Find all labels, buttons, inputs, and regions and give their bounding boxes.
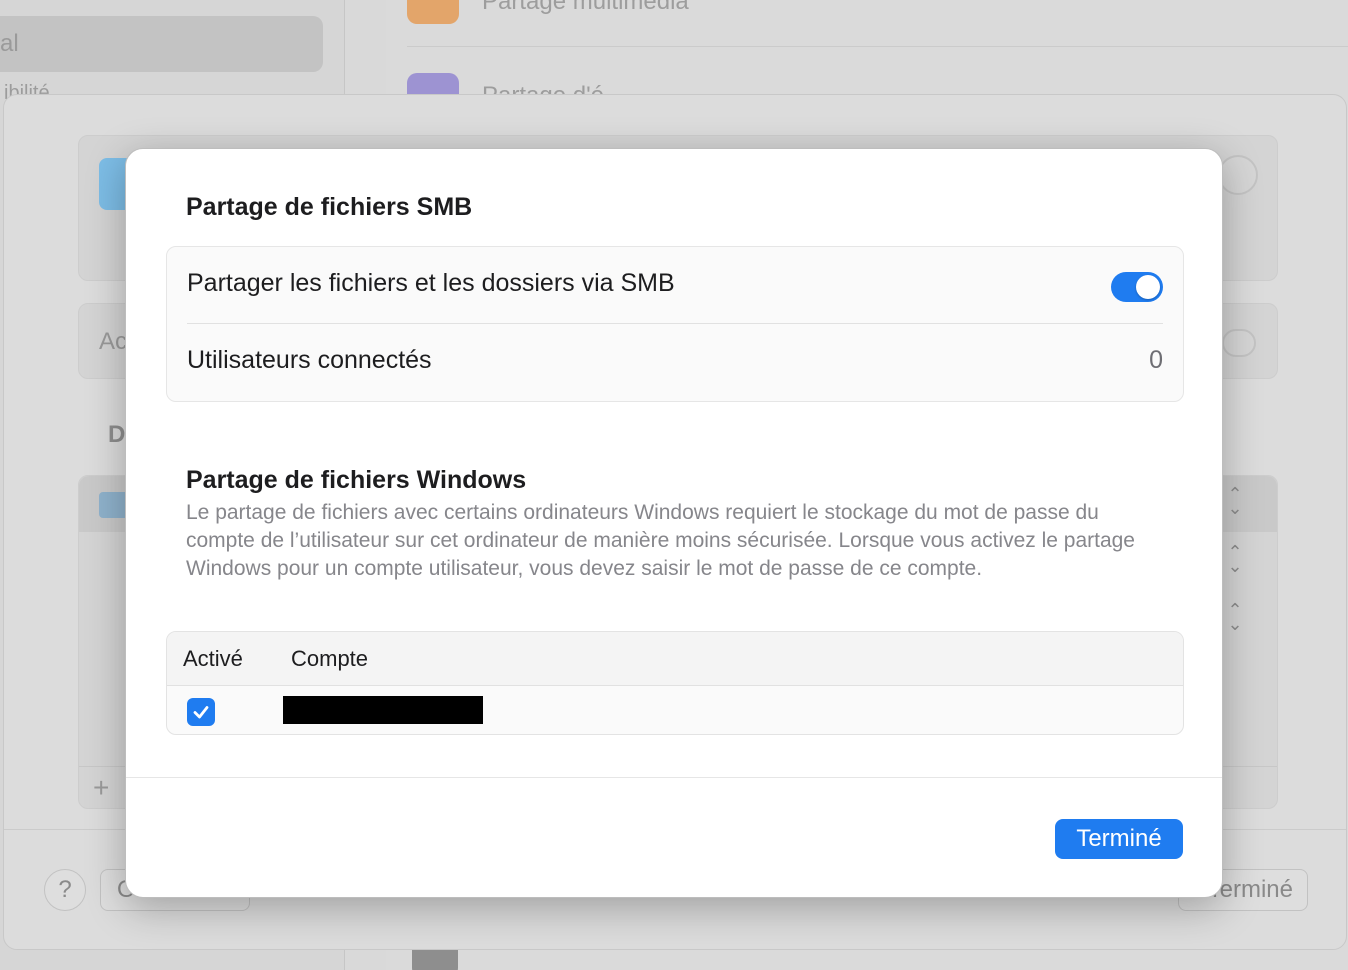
toggle-knob — [1136, 275, 1160, 299]
column-header-account[interactable]: Compte — [291, 646, 368, 672]
sidebar-selected-label: al — [0, 30, 19, 57]
table-header: Activé Compte — [167, 632, 1183, 686]
account-name-redacted — [283, 696, 483, 724]
smb-options-dialog: Partage de fichiers SMB Partager les fic… — [125, 148, 1223, 898]
connected-users-label: Utilisateurs connectés — [187, 346, 432, 374]
smb-share-row: Partager les fichiers et les dossiers vi… — [167, 247, 1183, 324]
dialog-footer-divider — [126, 777, 1222, 778]
sidebar-selected-item[interactable] — [0, 16, 323, 72]
windows-section-title: Partage de fichiers Windows — [186, 466, 527, 494]
done-button[interactable]: Terminé — [1055, 819, 1183, 859]
access-toggle[interactable] — [1222, 329, 1256, 357]
shared-folders-heading: D — [108, 421, 126, 448]
account-enabled-checkbox[interactable] — [187, 698, 215, 726]
smb-share-label: Partager les fichiers et les dossiers vi… — [187, 269, 675, 297]
chevron-updown-icon[interactable]: ⌃ ⌄ — [1222, 485, 1248, 517]
checkmark-icon — [193, 706, 209, 719]
column-header-enabled[interactable]: Activé — [183, 646, 243, 672]
windows-accounts-table: Activé Compte — [166, 631, 1184, 735]
smb-section-title: Partage de fichiers SMB — [186, 193, 473, 221]
help-button[interactable]: ? — [44, 869, 86, 911]
media-sharing-label: Partage multimédia — [482, 0, 689, 15]
file-sharing-toggle[interactable] — [1218, 155, 1258, 195]
smb-settings-group: Partager les fichiers et les dossiers vi… — [166, 246, 1184, 402]
connected-users-count: 0 — [1149, 346, 1163, 374]
list-divider — [407, 46, 1348, 47]
chevron-updown-icon[interactable]: ⌃ ⌄ — [1222, 543, 1248, 575]
windows-description: Le partage de fichiers avec certains ord… — [186, 501, 1135, 580]
smb-share-toggle[interactable] — [1111, 272, 1163, 302]
chevron-updown-icon[interactable]: ⌃ ⌄ — [1222, 601, 1248, 633]
media-sharing-icon — [407, 0, 459, 24]
access-label: Ac — [99, 328, 128, 355]
add-folder-button[interactable]: + — [93, 772, 109, 804]
connected-users-row: Utilisateurs connectés 0 — [167, 324, 1183, 401]
